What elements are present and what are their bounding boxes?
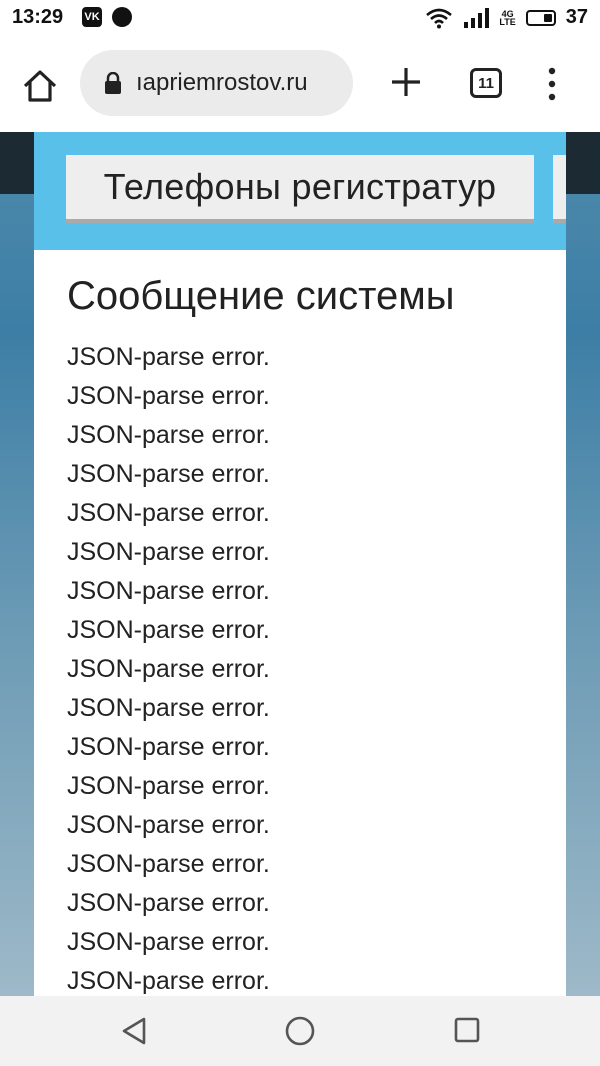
recent-apps-icon[interactable] — [454, 1017, 480, 1043]
error-message: JSON-parse error. — [67, 694, 270, 722]
url-text: ıapriemrostov.ru — [136, 69, 308, 96]
error-message: JSON-parse error. — [67, 577, 270, 605]
error-message: JSON-parse error. — [67, 538, 270, 566]
error-message: JSON-parse error. — [67, 850, 270, 878]
lock-icon — [105, 72, 121, 94]
signal-icon — [464, 7, 490, 28]
battery-level: 37 — [565, 6, 588, 28]
error-list: JSON-parse error. JSON-parse error. JSON-p… — [67, 338, 270, 996]
home-circle-icon[interactable] — [285, 1016, 315, 1046]
home-icon[interactable] — [20, 66, 60, 106]
error-message: JSON-parse error. — [67, 772, 270, 800]
error-message: JSON-parse error. — [67, 655, 270, 683]
plus-icon[interactable] — [388, 64, 424, 100]
whatsapp-icon — [112, 7, 132, 27]
vk-icon: VK — [82, 7, 102, 27]
error-message: JSON-parse error. — [67, 382, 270, 410]
error-message: JSON-parse error. — [67, 421, 270, 449]
browser-toolbar: ıapriemrostov.ru 11 — [0, 38, 600, 132]
error-message: JSON-parse error. — [67, 928, 270, 956]
error-message: JSON-parse error. — [67, 499, 270, 527]
status-time: 13:29 — [12, 6, 64, 28]
network-type: 4G LTE — [499, 8, 516, 27]
wifi-icon — [426, 8, 453, 28]
navigation-bar — [0, 996, 600, 1066]
page-title: Сообщение системы — [67, 274, 455, 318]
error-message: JSON-parse error. — [67, 733, 270, 761]
web-page: Телефоны регистратур Сообщение системы J… — [0, 132, 600, 996]
tabs-icon[interactable]: 11 — [470, 68, 502, 98]
notification-icons: VK — [82, 7, 132, 27]
system-icons: 4G LTE 37 — [425, 6, 588, 29]
error-message: JSON-parse error. — [67, 616, 270, 644]
error-message: JSON-parse error. — [67, 967, 270, 995]
next-tab-button[interactable] — [553, 155, 566, 223]
error-message: JSON-parse error. — [67, 460, 270, 488]
registry-phones-button[interactable]: Телефоны регистратур — [66, 155, 534, 223]
more-vert-icon[interactable] — [542, 66, 562, 102]
system-message-card: Сообщение системы JSON-parse error. JSON-… — [34, 250, 566, 996]
back-icon[interactable] — [120, 1016, 148, 1046]
url-bar[interactable]: ıapriemrostov.ru — [80, 50, 353, 116]
error-message: JSON-parse error. — [67, 811, 270, 839]
status-bar: 13:29 VK 4G LTE 37 — [0, 0, 600, 38]
error-message: JSON-parse error. — [67, 889, 270, 917]
error-message: JSON-parse error. — [67, 343, 270, 371]
battery-icon — [525, 9, 556, 26]
